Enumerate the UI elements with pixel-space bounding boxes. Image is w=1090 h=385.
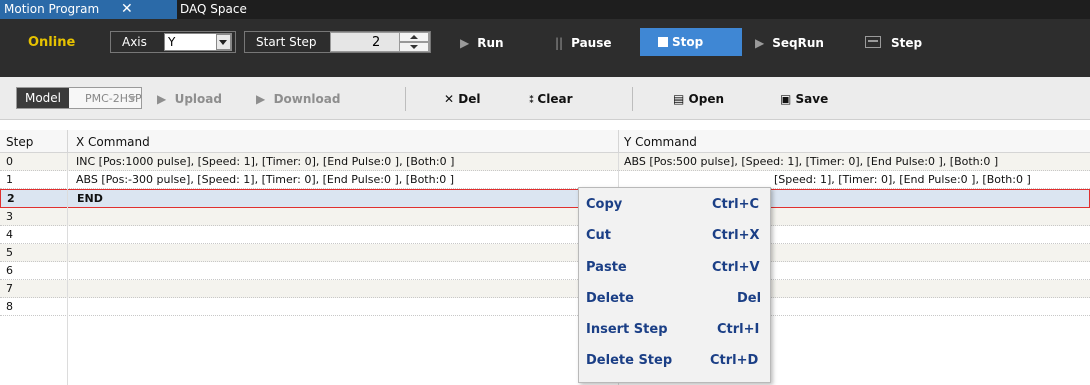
- open-folder-icon: ▤: [673, 92, 685, 106]
- open-button[interactable]: ▤ Open: [673, 89, 724, 109]
- dropdown-arrow-icon: [219, 40, 227, 45]
- spinner-down-icon: [410, 45, 418, 49]
- step-label: Step: [891, 36, 923, 50]
- seqrun-label: SeqRun: [772, 36, 824, 50]
- table-row[interactable]: 7: [0, 280, 1090, 298]
- download-icon: ▶: [256, 92, 266, 106]
- column-header-x-command[interactable]: X Command: [76, 135, 150, 149]
- menu-item-copy[interactable]: Copy: [586, 197, 622, 212]
- table-row-selected[interactable]: 2 END: [0, 189, 1090, 208]
- close-icon[interactable]: ✕: [121, 0, 133, 18]
- y-command-cell: [Speed: 1], [Timer: 0], [End Pulse:0 ], …: [774, 173, 1031, 186]
- stop-icon: [658, 37, 668, 47]
- step-cell: 6: [6, 264, 13, 277]
- spinner-up-icon: [410, 35, 418, 39]
- y-command-cell: ABS [Pos:500 pulse], [Speed: 1], [Timer:…: [624, 155, 999, 168]
- tab-motion-program-label: Motion Program: [4, 2, 100, 16]
- upload-label: Upload: [174, 92, 222, 106]
- connection-status: Online: [28, 35, 76, 50]
- step-cell: 0: [6, 155, 13, 168]
- axis-label: Axis: [122, 35, 147, 49]
- pause-button[interactable]: || Pause: [555, 31, 612, 55]
- axis-select-value: Y: [168, 35, 176, 49]
- step-cell: 1: [6, 173, 13, 186]
- start-step-value: 2: [372, 35, 381, 50]
- step-cell: 5: [6, 246, 13, 259]
- step-icon-bar: [868, 40, 878, 42]
- menu-shortcut-cut: Ctrl+X: [712, 228, 760, 243]
- upload-icon: ▶: [157, 92, 167, 106]
- run-label: Run: [477, 36, 504, 50]
- stop-label: Stop: [672, 35, 704, 49]
- tab-daq-space[interactable]: DAQ Space: [180, 0, 247, 19]
- dropdown-arrow-icon: [128, 96, 136, 101]
- step-icon: [865, 36, 881, 48]
- step-cell: 4: [6, 228, 13, 241]
- pause-icon: ||: [555, 36, 564, 50]
- download-button[interactable]: ▶ Download: [256, 89, 340, 109]
- download-label: Download: [273, 92, 341, 106]
- step-cell: 3: [6, 210, 13, 223]
- menu-item-delete-step[interactable]: Delete Step: [586, 353, 672, 368]
- menu-item-delete[interactable]: Delete: [586, 291, 634, 306]
- save-button[interactable]: ▣ Save: [780, 89, 828, 109]
- save-label: Save: [795, 92, 829, 106]
- clear-label: Clear: [537, 92, 573, 106]
- table-row[interactable]: 6: [0, 262, 1090, 280]
- save-disk-icon: ▣: [780, 92, 792, 106]
- step-cell: 8: [6, 300, 13, 313]
- toolbar-divider: [405, 87, 406, 111]
- open-label: Open: [688, 92, 725, 106]
- table-row[interactable]: 0 INC [Pos:1000 pulse], [Speed: 1], [Tim…: [0, 153, 1090, 171]
- table-row[interactable]: 3: [0, 208, 1090, 226]
- menu-shortcut-insert-step: Ctrl+I: [717, 322, 760, 337]
- tab-motion-program[interactable]: Motion Program: [0, 0, 177, 19]
- table-row[interactable]: 4: [0, 226, 1090, 244]
- column-divider: [67, 130, 68, 153]
- table-row[interactable]: 8: [0, 298, 1090, 316]
- del-label: Del: [458, 92, 481, 106]
- column-divider: [67, 153, 68, 385]
- x-command-cell: END: [77, 192, 103, 205]
- menu-item-cut[interactable]: Cut: [586, 228, 611, 243]
- x-command-cell: ABS [Pos:-300 pulse], [Speed: 1], [Timer…: [76, 173, 455, 186]
- model-label: Model: [17, 88, 69, 108]
- menu-item-paste[interactable]: Paste: [586, 260, 627, 275]
- run-button[interactable]: ▶ Run: [460, 31, 504, 55]
- step-cell: 7: [6, 282, 13, 295]
- column-divider: [618, 130, 619, 153]
- pause-label: Pause: [571, 36, 612, 50]
- upload-button[interactable]: ▶ Upload: [157, 89, 222, 109]
- table-row[interactable]: 1 ABS [Pos:-300 pulse], [Speed: 1], [Tim…: [0, 171, 1090, 189]
- tab-daq-space-label: DAQ Space: [180, 2, 247, 16]
- x-command-cell: INC [Pos:1000 pulse], [Speed: 1], [Timer…: [76, 155, 455, 168]
- menu-shortcut-copy: Ctrl+C: [712, 197, 760, 212]
- seqrun-icon: ▶: [755, 36, 765, 50]
- menu-shortcut-paste: Ctrl+V: [712, 260, 760, 275]
- menu-shortcut-delete-step: Ctrl+D: [710, 353, 759, 368]
- column-header-step[interactable]: Step: [6, 135, 33, 149]
- play-icon: ▶: [460, 36, 470, 50]
- clear-icon: ⁑: [529, 95, 534, 106]
- clear-button[interactable]: ⁑ Clear: [529, 89, 573, 109]
- seqrun-button[interactable]: ▶ SeqRun: [755, 31, 824, 55]
- del-button[interactable]: ✕ Del: [444, 89, 480, 109]
- start-step-label: Start Step: [256, 35, 317, 49]
- menu-shortcut-delete: Del: [737, 291, 762, 306]
- menu-item-insert-step[interactable]: Insert Step: [586, 322, 668, 337]
- delete-x-icon: ✕: [444, 92, 455, 106]
- grid-header: [0, 130, 1090, 153]
- toolbar-divider: [632, 87, 633, 111]
- column-header-y-command[interactable]: Y Command: [624, 135, 697, 149]
- table-row[interactable]: 5: [0, 244, 1090, 262]
- step-cell: 2: [7, 192, 15, 205]
- step-button[interactable]: Step: [891, 31, 922, 55]
